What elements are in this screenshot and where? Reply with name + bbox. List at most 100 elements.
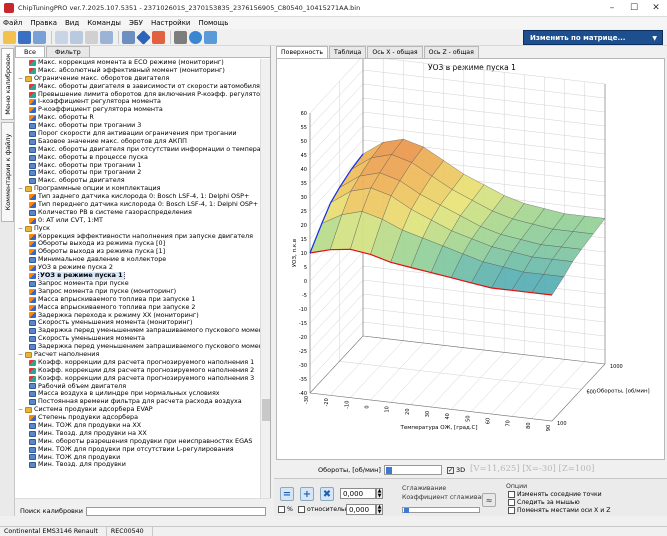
- tools-icon[interactable]: [174, 30, 187, 44]
- tab-axis-z[interactable]: Ось Z - общая: [423, 46, 479, 58]
- tree-item[interactable]: Макс. обороты при трогании 2: [15, 169, 261, 177]
- tree-item[interactable]: Задержка перед уменьшением запрашиваемог…: [15, 343, 261, 351]
- add-value-button[interactable]: +: [300, 487, 314, 501]
- tree-item[interactable]: Тип переднего датчика кислорода 0: Bosch…: [15, 201, 261, 209]
- menu-edit[interactable]: Правка: [30, 19, 57, 27]
- tree-item[interactable]: Минимальное давление в коллекторе: [15, 256, 261, 264]
- tree-item[interactable]: УОЗ в режиме пуска 2: [15, 264, 261, 272]
- tree-item[interactable]: Коэфф. коррекции для расчета прогнозируе…: [15, 367, 261, 375]
- tree-item[interactable]: Тип заднего датчика кислорода 0: Bosch L…: [15, 193, 261, 201]
- multiply-value-button[interactable]: ✖: [320, 487, 334, 501]
- tree-item[interactable]: Макс. обороты двигателя: [15, 177, 261, 185]
- percent-toggle[interactable]: %: [278, 506, 293, 513]
- value-spinner[interactable]: ▲ ▼: [376, 488, 383, 499]
- tree-item[interactable]: Рабочий объем двигателя: [15, 383, 261, 391]
- tab-all[interactable]: Все: [15, 46, 46, 57]
- change-by-matrix-dropdown[interactable]: Изменить по матрице... ▼: [523, 30, 663, 45]
- tree-item[interactable]: Мин. Твозд. для продувки: [15, 461, 261, 469]
- calibration-tree[interactable]: Макс. коррекция момента в ECO режиме (мо…: [15, 59, 261, 498]
- tree-item[interactable]: Степень продувки адсорбера: [15, 414, 261, 422]
- tab-surface[interactable]: Поверхность: [276, 46, 328, 58]
- tab-file-comments[interactable]: Комментарии к файлу: [1, 122, 14, 222]
- relative-spinner[interactable]: ▲ ▼: [376, 504, 383, 515]
- smoothing-slider[interactable]: [402, 507, 480, 513]
- tree-item[interactable]: УОЗ в режиме пуска 1: [15, 272, 261, 280]
- tree-item[interactable]: Макс. обороты при трогании 3: [15, 122, 261, 130]
- tree-item[interactable]: Постоянная времени фильтра для расчета р…: [15, 398, 261, 406]
- expand-toggle-icon[interactable]: −: [17, 75, 24, 83]
- value-input[interactable]: 0,000: [340, 488, 376, 499]
- tree-item[interactable]: Запрос момента при пуске: [15, 280, 261, 288]
- set-value-button[interactable]: =: [280, 487, 294, 501]
- tree-item[interactable]: Порог скорости для активации ограничения…: [15, 130, 261, 138]
- tree-item[interactable]: Обороты выхода из режима пуска [0]: [15, 240, 261, 248]
- tree-item[interactable]: Макс. обороты при трогании 1: [15, 162, 261, 170]
- tree-item[interactable]: Запрос момента при пуске (мониторинг): [15, 288, 261, 296]
- tree-folder[interactable]: − Расчет наполнения: [15, 351, 261, 359]
- globe-icon[interactable]: [189, 30, 202, 44]
- tree-item[interactable]: Мин. ТОЖ для продувки на XX: [15, 422, 261, 430]
- tree-item[interactable]: Масса впрыскиваемого топлива при запуске…: [15, 304, 261, 312]
- tree-item[interactable]: I-коэффициент регулятора момента: [15, 98, 261, 106]
- relative-toggle[interactable]: относительно: [298, 506, 353, 513]
- tree-folder[interactable]: − Ограничение макс. оборотов двигателя: [15, 75, 261, 83]
- tree-item[interactable]: Количество РВ в системе газораспределени…: [15, 209, 261, 217]
- tab-calibrations-menu[interactable]: Меню калибровок: [1, 48, 14, 120]
- percent-checkbox[interactable]: [278, 506, 285, 513]
- copy-icon[interactable]: [55, 30, 68, 44]
- tree-horizontal-scrollbar[interactable]: [15, 498, 271, 506]
- menu-file[interactable]: Файл: [3, 19, 22, 27]
- tree-item[interactable]: Превышение лимита оборотов для включения…: [15, 91, 261, 99]
- maximize-button[interactable]: ☐: [623, 0, 645, 16]
- tree-folder[interactable]: − Программные опции и комплектация: [15, 185, 261, 193]
- tree-item[interactable]: Макс. обороты R: [15, 114, 261, 122]
- diamond-icon[interactable]: [136, 29, 151, 45]
- option-neighbor-points[interactable]: Изменять соседние точки: [508, 491, 602, 498]
- follow-mouse-checkbox[interactable]: [508, 499, 515, 506]
- tree-item[interactable]: Коррекция эффективности наполнения при з…: [15, 233, 261, 241]
- compare-icon[interactable]: [100, 30, 113, 44]
- tree-item[interactable]: P-коэффициент регулятора момента: [15, 106, 261, 114]
- option-swap-axes[interactable]: Поменять местами оси X и Z: [508, 507, 610, 514]
- slider-knob[interactable]: [386, 467, 392, 474]
- tree-item[interactable]: Макс. обороты в процессе пуска: [15, 154, 261, 162]
- expand-toggle-icon[interactable]: −: [17, 351, 24, 359]
- neighbor-points-checkbox[interactable]: [508, 491, 515, 498]
- tree-item[interactable]: Обороты выхода из режима пуска [1]: [15, 248, 261, 256]
- tree-item[interactable]: Задержка перед уменьшением запрашиваемог…: [15, 327, 261, 335]
- tree-folder[interactable]: − Система продувки адсорбера EVAP: [15, 406, 261, 414]
- menu-commands[interactable]: Команды: [87, 19, 121, 27]
- tab-filter[interactable]: Фильтр: [46, 46, 90, 57]
- scrollbar-thumb[interactable]: [262, 399, 270, 421]
- expand-toggle-icon[interactable]: −: [17, 185, 24, 193]
- tree-item[interactable]: Скорость уменьшения момента (мониторинг): [15, 319, 261, 327]
- tree-item[interactable]: Мин. обороты разрешения продувки при неи…: [15, 438, 261, 446]
- tree-item[interactable]: 0: AT или CVT, 1:MT: [15, 217, 261, 225]
- close-button[interactable]: ✕: [645, 0, 667, 16]
- target-icon[interactable]: [152, 30, 165, 44]
- tree-folder[interactable]: − Пуск: [15, 225, 261, 233]
- tree-item[interactable]: Задержка перехода к режиму XX (мониторин…: [15, 312, 261, 320]
- checkbox-3d[interactable]: ✓: [447, 466, 454, 474]
- relative-value-input[interactable]: 0,000: [346, 504, 376, 515]
- open-icon[interactable]: [3, 30, 16, 44]
- surface-plot[interactable]: УОЗ в режиме пуска 1 -40 -35 -30 -25 -20 -15 -1…: [276, 58, 665, 460]
- tree-item[interactable]: Макс. коррекция момента в ECO режиме (мо…: [15, 59, 261, 67]
- minimize-button[interactable]: –: [601, 0, 623, 16]
- expand-toggle-icon[interactable]: −: [17, 225, 24, 233]
- paste-icon[interactable]: [70, 30, 83, 44]
- toggle-3d[interactable]: ✓ 3D: [447, 466, 465, 474]
- tree-item[interactable]: Масса воздуха в цилиндре при нормальных …: [15, 390, 261, 398]
- help-icon[interactable]: [204, 30, 217, 44]
- menu-view[interactable]: Вид: [65, 19, 79, 27]
- menu-settings[interactable]: Настройки: [151, 19, 191, 27]
- menu-ecu[interactable]: ЭБУ: [129, 19, 143, 27]
- cut-icon[interactable]: [85, 30, 98, 44]
- tree-item[interactable]: Базовое значение макс. оборотов для АКПП: [15, 138, 261, 146]
- save-icon[interactable]: [18, 30, 31, 44]
- tree-item[interactable]: Мин. Твозд. для продувки на XX: [15, 430, 261, 438]
- tree-vertical-scrollbar[interactable]: [260, 59, 270, 498]
- tree-item[interactable]: Макс. абсолютный эффективный момент (мон…: [15, 67, 261, 75]
- option-follow-mouse[interactable]: Следить за мышью: [508, 499, 580, 506]
- smoothing-knob[interactable]: [404, 508, 409, 513]
